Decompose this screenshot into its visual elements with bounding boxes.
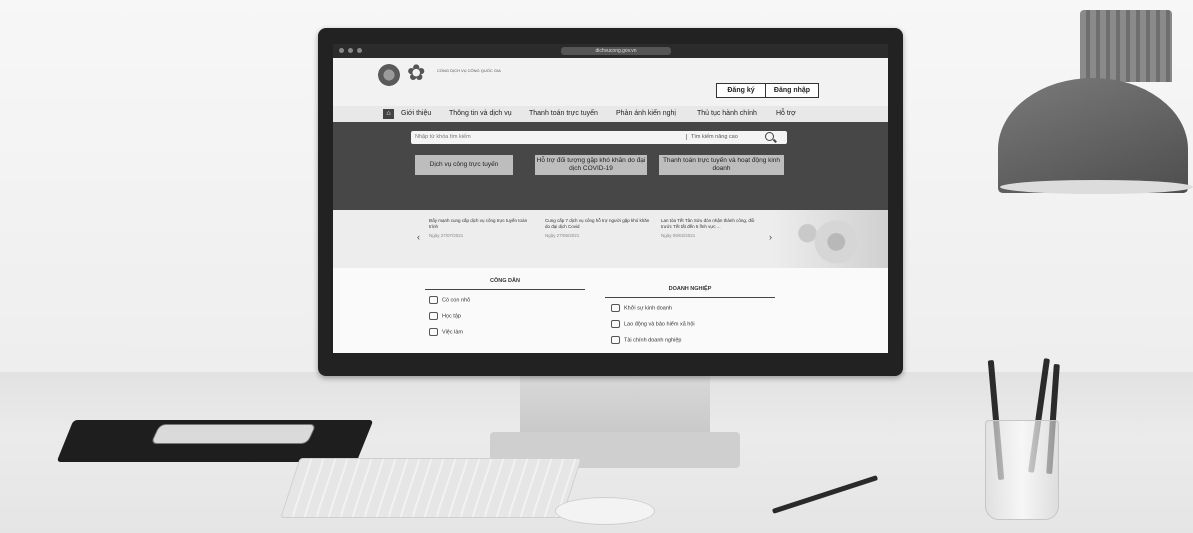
news-strip: ‹ Đẩy mạnh cung cấp dịch vụ công trực tu… (333, 210, 888, 268)
citizen-item[interactable]: Có con nhỏ (429, 296, 470, 304)
lamp-rim (1000, 180, 1193, 194)
citizen-item-label: Có con nhỏ (442, 297, 471, 304)
business-item[interactable]: Khởi sự kinh doanh (611, 304, 672, 312)
business-item-label: Lao động và bảo hiểm xã hội (624, 321, 695, 328)
close-dot[interactable] (339, 48, 344, 53)
citizen-heading: CÔNG DÂN (490, 278, 520, 284)
citizen-item[interactable]: Học tập (429, 312, 461, 320)
nav-admin-procedures[interactable]: Thủ tục hành chính (697, 110, 757, 117)
search-input[interactable]: Nhập từ khóa tìm kiếm Tìm kiếm nâng cao (411, 131, 787, 144)
job-icon (429, 328, 438, 336)
mouse (555, 497, 655, 525)
business-item-label: Tài chính doanh nghiệp (624, 337, 682, 344)
startup-icon (611, 304, 620, 312)
study-icon (429, 312, 438, 320)
covid-support-button[interactable]: Hỗ trợ đối tượng gặp khó khăn do đại dịc… (535, 155, 647, 175)
business-services-button[interactable]: Thanh toán trực tuyến và hoạt động kinh … (659, 155, 784, 175)
search-placeholder: Nhập từ khóa tìm kiếm (415, 134, 471, 140)
citizen-item-label: Việc làm (442, 329, 463, 336)
business-item-label: Khởi sự kinh doanh (624, 305, 672, 312)
news-title: Đẩy mạnh cung cấp dịch vụ công trực tuyế… (429, 218, 528, 229)
news-item[interactable]: Cung cấp 7 dịch vụ công hỗ trợ người gặp… (545, 218, 650, 239)
news-date: Ngày 27/06/2021 (545, 233, 580, 238)
news-item[interactable]: Đẩy mạnh cung cấp dịch vụ công trực tuyế… (429, 218, 534, 239)
portal-logo-icon[interactable]: ✿ (407, 62, 425, 84)
hero-banner: Nhập từ khóa tìm kiếm Tìm kiếm nâng cao … (333, 122, 888, 210)
register-button[interactable]: Đăng ký (716, 83, 766, 98)
baby-icon (429, 296, 438, 304)
nav-about[interactable]: Giới thiệu (401, 110, 431, 117)
business-divider (605, 297, 775, 298)
news-item[interactable]: Lan tỏa Tết Tân Sửu đón nhận thành công,… (661, 218, 766, 239)
address-bar[interactable]: dichvucong.gov.vn (561, 47, 671, 55)
news-title: Cung cấp 7 dịch vụ công hỗ trợ người gặp… (545, 218, 650, 229)
browser-toolbar: dichvucong.gov.vn (333, 44, 888, 58)
business-item[interactable]: Lao động và bảo hiểm xã hội (611, 320, 695, 328)
nav-online-payment[interactable]: Thanh toán trực tuyến (529, 110, 598, 117)
minimize-dot[interactable] (348, 48, 353, 53)
news-title: Lan tỏa Tết Tân Sửu đón nhận thành công,… (661, 218, 755, 229)
keyboard (280, 458, 582, 518)
chevron-left-icon[interactable]: ‹ (417, 232, 420, 242)
audience-sections: CÔNG DÂN Có con nhỏ Học tập Việc làm DOA… (333, 268, 888, 353)
national-emblem-icon (378, 64, 400, 86)
home-icon[interactable]: ⌂ (383, 109, 394, 119)
search-icon[interactable] (765, 132, 774, 141)
business-item[interactable]: Tài chính doanh nghiệp (611, 336, 682, 344)
lamp-pole (1080, 10, 1172, 82)
main-nav: ⌂ Giới thiệu Thông tin và dịch vụ Thanh … (333, 106, 888, 122)
business-heading: DOANH NGHIỆP (668, 286, 712, 292)
online-public-services-button[interactable]: Dịch vụ công trực tuyến (415, 155, 513, 175)
nav-feedback[interactable]: Phản ánh kiến nghị (616, 110, 676, 117)
finance-icon (611, 336, 620, 344)
org-name: CỔNG DỊCH VỤ CÔNG QUỐC GIA (437, 68, 501, 73)
news-date: Ngày 27/07/2021 (429, 233, 464, 238)
nav-support[interactable]: Hỗ trợ (776, 110, 796, 117)
citizen-divider (425, 289, 585, 290)
news-date: Ngày 09/02/2021 (661, 233, 696, 238)
lotus-banner-image (773, 210, 888, 268)
monitor: dichvucong.gov.vn ✿ CỔNG DỊCH VỤ CÔNG QU… (318, 28, 903, 376)
chevron-right-icon[interactable]: › (769, 232, 772, 242)
nav-info-services[interactable]: Thông tin và dịch vụ (449, 110, 512, 117)
maximize-dot[interactable] (357, 48, 362, 53)
site-header: ✿ CỔNG DỊCH VỤ CÔNG QUỐC GIA Đăng ký Đăn… (333, 58, 888, 106)
monitor-screen: dichvucong.gov.vn ✿ CỔNG DỊCH VỤ CÔNG QU… (333, 44, 888, 353)
citizen-item[interactable]: Việc làm (429, 328, 463, 336)
login-button[interactable]: Đăng nhập (765, 83, 819, 98)
advanced-search-link[interactable]: Tìm kiếm nâng cao (686, 134, 738, 140)
pencil-cup (985, 420, 1059, 520)
monitor-stand-neck (520, 372, 710, 438)
smartphone (150, 424, 317, 444)
citizen-item-label: Học tập (442, 313, 461, 320)
labor-insurance-icon (611, 320, 620, 328)
window-controls (339, 48, 362, 53)
